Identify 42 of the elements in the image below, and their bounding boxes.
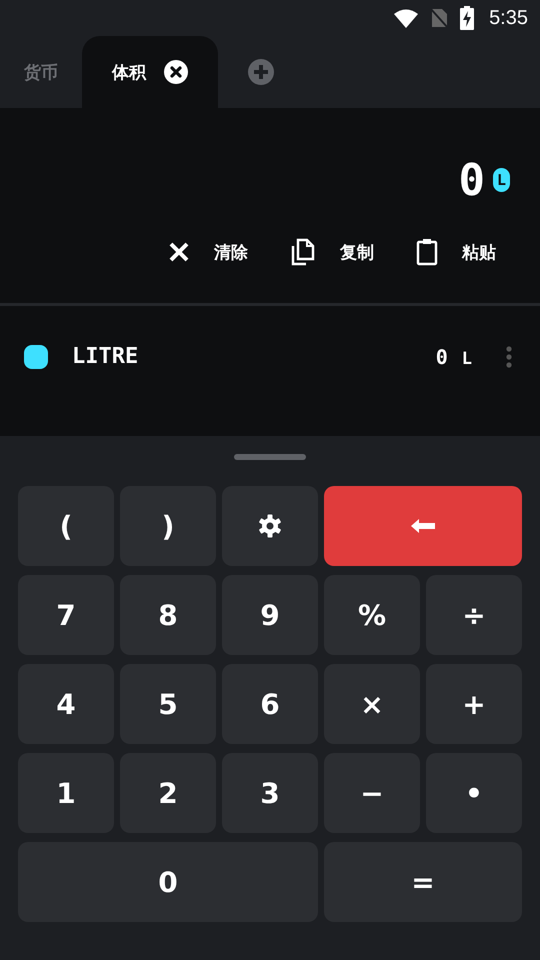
clock-time: 5:35 — [489, 6, 528, 30]
keypad-key[interactable]: ( — [18, 486, 114, 566]
keypad-key[interactable]: 4 — [18, 664, 114, 744]
keypad-key[interactable]: 3 — [222, 753, 318, 833]
close-icon — [168, 241, 190, 263]
more-icon[interactable] — [506, 346, 512, 368]
tab[interactable]: 体积 — [82, 36, 218, 108]
keypad-key[interactable]: = — [324, 842, 522, 922]
keypad-key[interactable]: × — [324, 664, 420, 744]
backspace-icon — [410, 518, 436, 534]
keypad-key[interactable]: 0 — [18, 842, 318, 922]
keypad-key[interactable]: ÷ — [426, 575, 522, 655]
keypad-key[interactable]: • — [426, 753, 522, 833]
keypad-key[interactable]: 9 — [222, 575, 318, 655]
clipboard-icon — [416, 238, 438, 266]
copy-icon — [290, 238, 316, 266]
settings-icon — [258, 514, 282, 538]
unit-badge: L — [492, 168, 510, 192]
keypad-key[interactable]: 1 — [18, 753, 114, 833]
display-value: 0 — [458, 154, 485, 206]
settings-key[interactable] — [222, 486, 318, 566]
keypad-key[interactable]: 2 — [120, 753, 216, 833]
keypad-key[interactable]: 6 — [222, 664, 318, 744]
action-button[interactable]: 清除 — [164, 232, 252, 272]
drag-handle[interactable] — [234, 454, 306, 460]
keypad-key[interactable]: ) — [120, 486, 216, 566]
close-icon[interactable] — [164, 60, 188, 84]
keypad-key[interactable]: − — [324, 753, 420, 833]
battery-charging-icon — [459, 6, 476, 30]
keypad-key[interactable]: 5 — [120, 664, 216, 744]
wifi-icon — [393, 8, 420, 28]
action-button[interactable]: 粘贴 — [412, 232, 500, 272]
action-button[interactable]: 复制 — [286, 232, 378, 272]
add-tab-icon[interactable] — [248, 59, 274, 85]
keypad-key[interactable]: 7 — [18, 575, 114, 655]
keypad-key[interactable]: + — [426, 664, 522, 744]
no-sim-icon — [429, 7, 450, 29]
unit-value: 0 — [436, 344, 448, 368]
keypad-key[interactable]: 8 — [120, 575, 216, 655]
unit-name: LITRE — [72, 344, 140, 369]
keypad-key[interactable]: % — [324, 575, 420, 655]
unit-symbol: L — [462, 348, 472, 368]
